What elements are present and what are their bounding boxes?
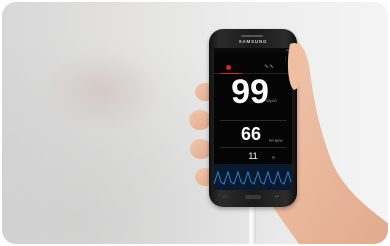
pleth-waveform [214, 164, 292, 190]
waveform-icon[interactable]: ∿∿ [264, 63, 274, 70]
perfusion-index-value: 11 [248, 151, 258, 161]
product-photo: SAMSUNG ▪▪▪ ⋮ ∿∿ 99 %SpO2 66 PR BPM 11 P… [2, 2, 388, 244]
divider [220, 147, 286, 148]
status-icons: ▪▪▪ [285, 48, 289, 52]
back-key[interactable]: ↩ [275, 194, 279, 200]
home-button[interactable] [245, 195, 261, 199]
recent-apps-key[interactable]: ▭ [223, 194, 228, 200]
status-bar: ▪▪▪ [214, 48, 292, 53]
spo2-value: 99 [231, 73, 269, 111]
phone-screen: ▪▪▪ ⋮ ∿∿ 99 %SpO2 66 PR BPM 11 PI [214, 48, 292, 190]
divider [220, 120, 286, 121]
spo2-unit: %SpO2 [265, 99, 278, 103]
pulse-rate-unit: PR BPM [269, 139, 283, 143]
perfusion-index-unit: PI [272, 156, 276, 160]
smartphone: SAMSUNG ▪▪▪ ⋮ ∿∿ 99 %SpO2 66 PR BPM 11 P… [209, 29, 297, 207]
earpiece-speaker [241, 35, 263, 37]
brand-logo: SAMSUNG [238, 39, 268, 44]
heart-icon[interactable] [226, 65, 231, 70]
background-shade [2, 2, 388, 244]
